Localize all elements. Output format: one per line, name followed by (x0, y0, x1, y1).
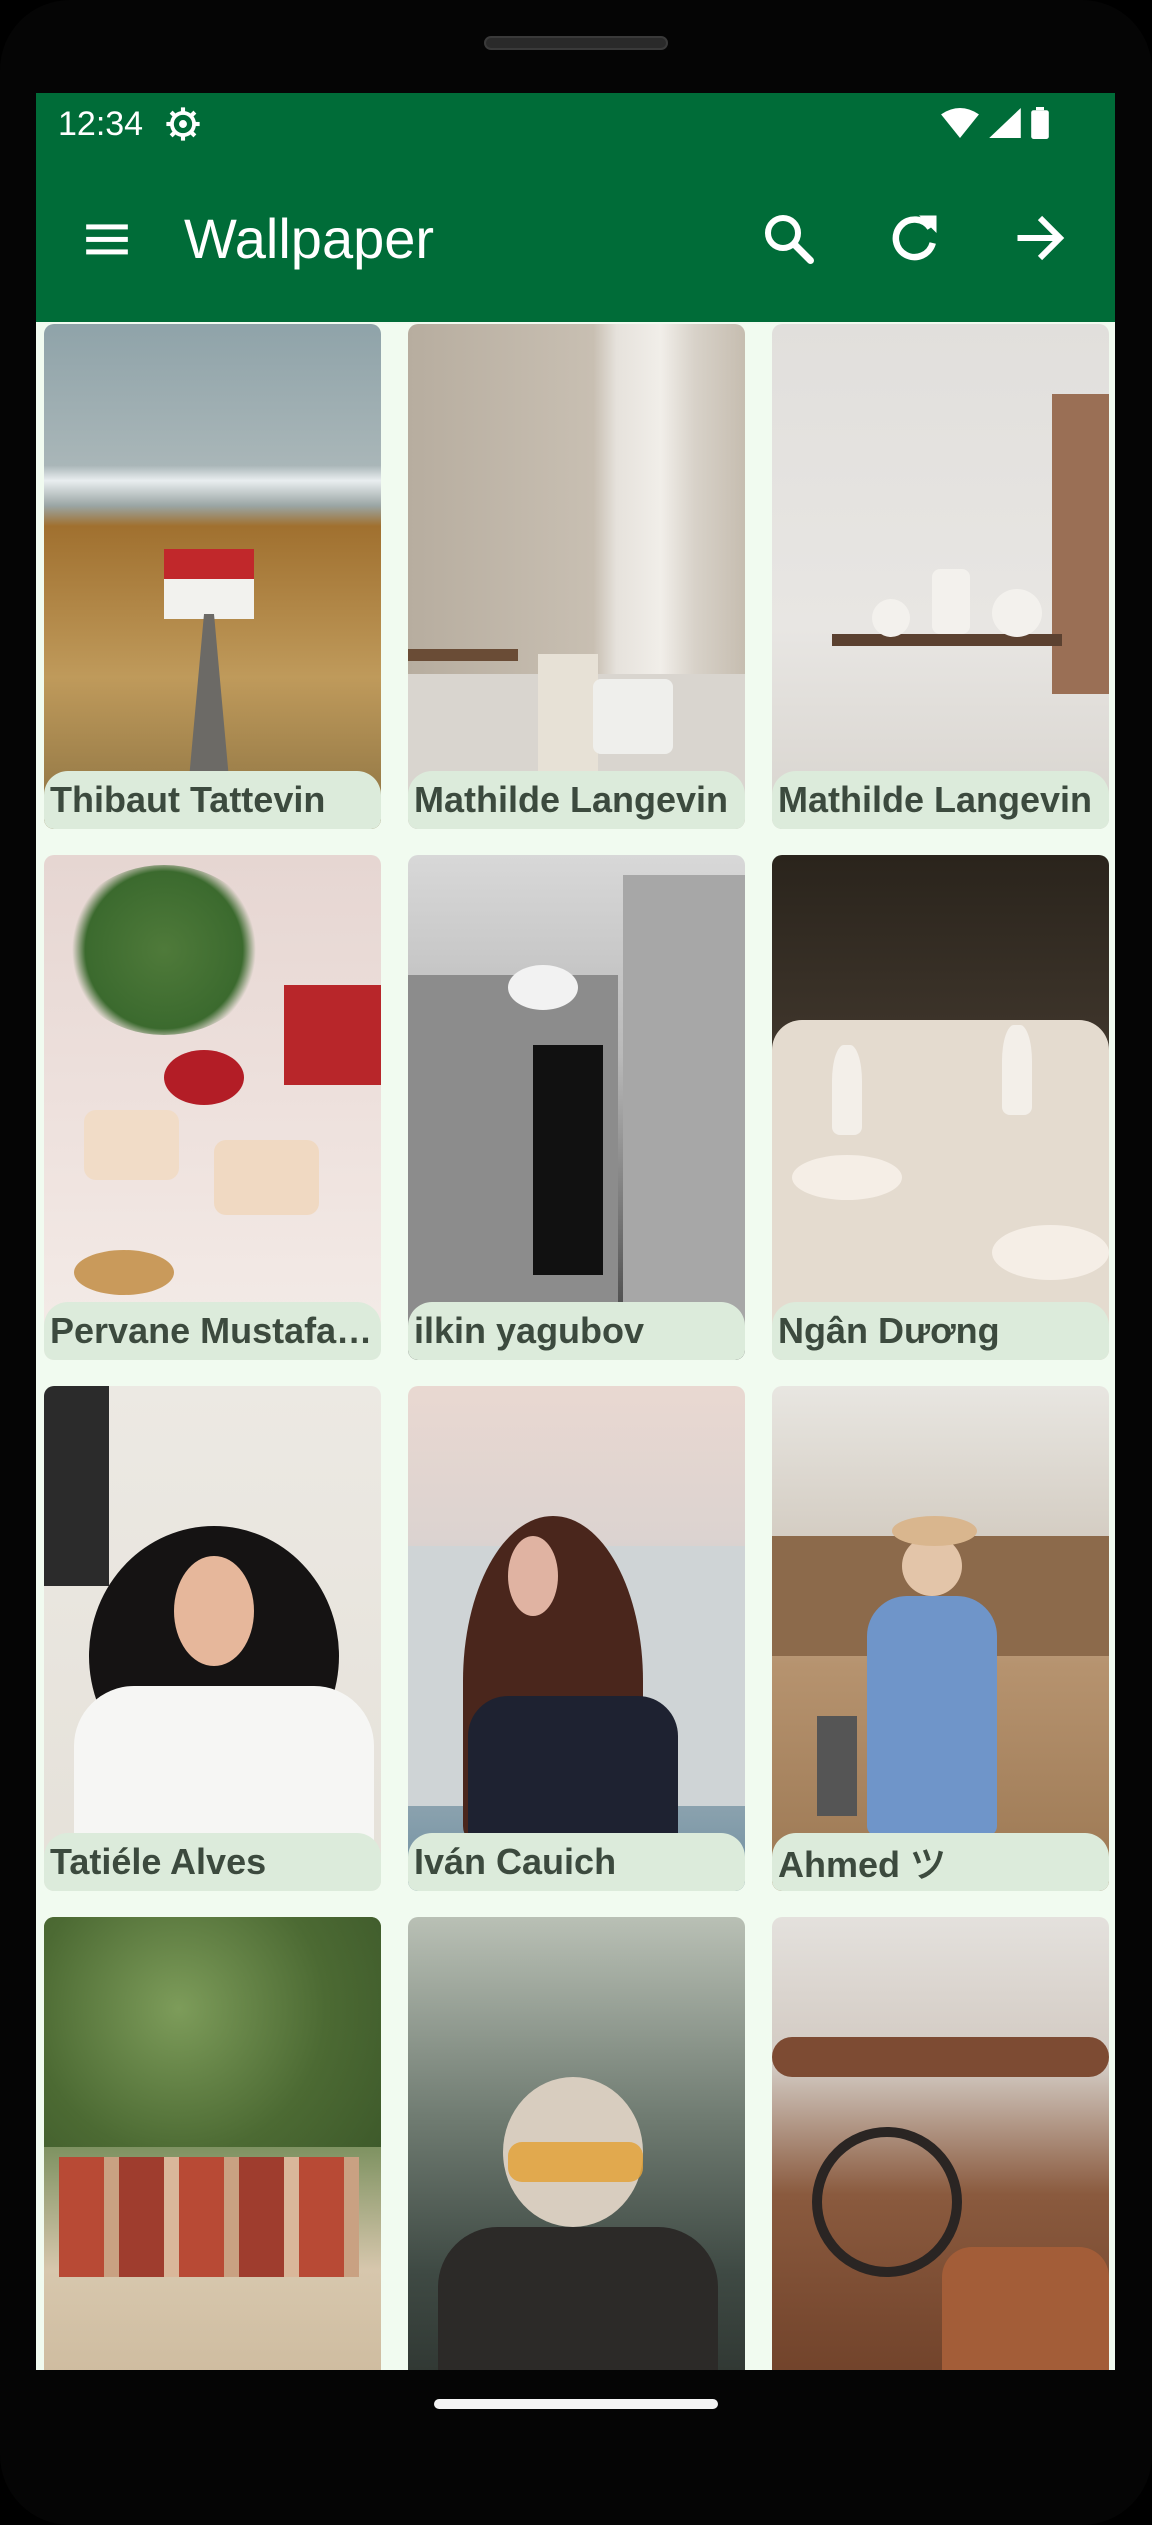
dove (508, 965, 578, 1010)
author-chip: Ngân Dương (772, 1302, 1109, 1360)
sweater (438, 2227, 718, 2370)
wallpaper-card[interactable]: ilkin yagubov (408, 855, 745, 1360)
plate (792, 1155, 902, 1200)
author-chip: Thibaut Tattevin (44, 771, 381, 829)
shelf (832, 634, 1062, 646)
author-label: Ahmed ツ (778, 1844, 947, 1885)
status-time: 12:34 (58, 105, 144, 143)
arrow-forward-icon[interactable] (1010, 208, 1070, 268)
floral-dress (867, 1596, 997, 1836)
church-wall (164, 579, 254, 619)
gesture-nav-handle[interactable] (434, 2399, 718, 2409)
wifi-icon (941, 108, 979, 138)
earpiece-speaker (484, 36, 668, 50)
author-chip: Mathilde Langevin (408, 771, 745, 829)
strawberries (164, 1050, 244, 1105)
trash-bin (817, 1716, 857, 1816)
author-chip: Tatiéle Alves (44, 1833, 381, 1891)
wallpaper-card[interactable]: Mathilde Langevin (408, 324, 745, 829)
author-label: Ngân Dương (778, 1310, 1000, 1351)
leather-seat (942, 2247, 1109, 2370)
phone-frame: 12:34 Wallpaper Thibaut Tattevin Mathild… (0, 0, 1152, 2525)
author-chip: Pervane Mustafa ... (44, 1302, 381, 1360)
tree-canopy (44, 1917, 381, 2147)
screen: 12:34 Wallpaper Thibaut Tattevin Mathild… (36, 93, 1115, 2370)
books (284, 985, 381, 1085)
building-wall (623, 875, 745, 1355)
wallpaper-card[interactable]: Ahmed ツ (772, 1386, 1109, 1891)
status-bar: 12:34 (36, 93, 1115, 156)
wine-glass (832, 1045, 862, 1135)
plant (64, 865, 264, 1035)
straw-hat (892, 1516, 977, 1546)
rugs (59, 2157, 359, 2277)
wine-glass (1002, 1025, 1032, 1115)
author-label: Mathilde Langevin (414, 779, 729, 820)
author-label: ilkin yagubov (414, 1310, 645, 1351)
author-label: Mathilde Langevin (778, 779, 1093, 820)
face (508, 1536, 558, 1616)
wooden-panel (1052, 394, 1109, 694)
author-label: Pervane Mustafa ... (50, 1310, 375, 1351)
search-icon[interactable] (758, 208, 818, 268)
signal-icon (989, 108, 1021, 138)
dessert-cup (214, 1140, 319, 1215)
wallpaper-card[interactable]: Iván Cauich (408, 1386, 745, 1891)
author-label: Tatiéle Alves (50, 1841, 267, 1882)
author-label: Iván Cauich (414, 1841, 617, 1882)
yellow-glasses (508, 2142, 643, 2182)
settings-gear-icon (166, 107, 200, 141)
wallpaper-card[interactable] (772, 1917, 1109, 2370)
wallpaper-card[interactable]: Tatiéle Alves (44, 1386, 381, 1891)
vase (992, 589, 1042, 637)
bench (408, 649, 518, 661)
person-silhouette (533, 1045, 603, 1275)
car-top (772, 2037, 1109, 2077)
steering-wheel (812, 2127, 962, 2277)
picture-frame (44, 1386, 109, 1586)
wallpaper-card[interactable] (408, 1917, 745, 2370)
app-bar: Wallpaper (36, 156, 1115, 322)
face (174, 1556, 254, 1666)
wallpaper-card[interactable]: Mathilde Langevin (772, 324, 1109, 829)
menu-icon[interactable] (82, 214, 132, 264)
author-label: Thibaut Tattevin (50, 779, 326, 820)
dessert-cup (84, 1110, 179, 1180)
battery-icon (1031, 107, 1049, 139)
author-chip: Iván Cauich (408, 1833, 745, 1891)
author-chip: Mathilde Langevin (772, 771, 1109, 829)
vase (932, 569, 970, 634)
author-chip: ilkin yagubov (408, 1302, 745, 1360)
wallpaper-card[interactable] (44, 1917, 381, 2370)
refresh-icon[interactable] (884, 208, 944, 268)
vase (872, 599, 910, 637)
app-title: Wallpaper (184, 207, 435, 270)
plate (992, 1225, 1109, 1280)
wallpaper-card[interactable]: Thibaut Tattevin (44, 324, 381, 829)
wallpaper-card[interactable]: Ngân Dương (772, 855, 1109, 1360)
pedestal (538, 654, 598, 774)
cookies (74, 1250, 174, 1295)
white-pot (593, 679, 673, 754)
author-chip: Ahmed ツ (772, 1833, 1109, 1891)
wallpaper-card[interactable]: Pervane Mustafa ... (44, 855, 381, 1360)
